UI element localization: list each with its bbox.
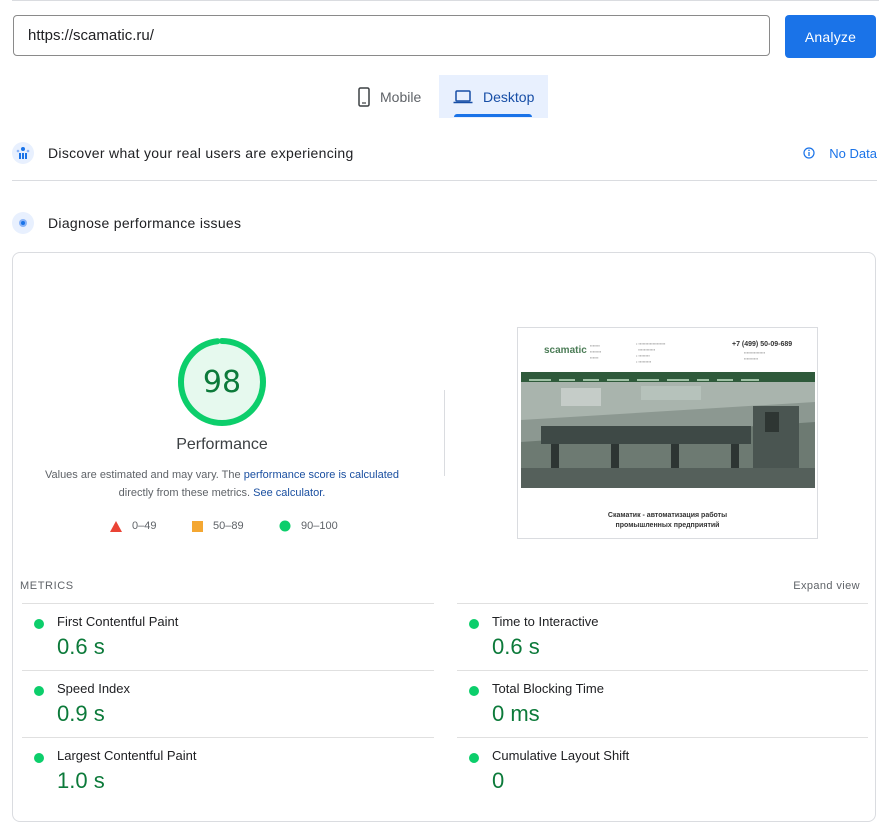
metric-name: Cumulative Layout Shift [492,748,630,763]
metric-value: 0.6 s [492,634,540,659]
users-icon [12,142,34,164]
screenshot-tagline: Скаматик - автоматизация работы промышлен… [607,512,728,529]
flask-icon [12,212,34,234]
metric-row: Total Blocking Time 0 ms [457,670,868,736]
expand-view-toggle[interactable]: Expand view [793,580,860,592]
info-icon [803,147,815,159]
metric-value: 0 [492,768,505,793]
screenshot-logo: scamatic [544,345,587,356]
metric-value: 1.0 s [57,768,105,793]
metrics-heading: METRICS [20,580,74,592]
tab-desktop-label: Desktop [483,88,535,105]
square-icon [192,520,203,532]
pass-dot-icon [34,619,44,629]
metric-name: Largest Contentful Paint [57,748,197,763]
tab-active-indicator [454,114,532,117]
field-data-title: Discover what your real users are experi… [48,145,354,161]
tab-desktop[interactable]: Desktop [439,75,548,118]
perf-desc-middle: directly from these metrics. [118,487,254,499]
see-calculator-link[interactable]: See calculator. [253,487,325,499]
lab-data-title: Diagnose performance issues [48,215,242,231]
metric-name: Speed Index [57,681,131,696]
metric-name: First Contentful Paint [57,614,179,629]
legend-fail-range: 0–49 [132,520,157,532]
analyze-button[interactable]: Analyze [785,15,876,58]
legend-average-range: 50–89 [213,520,244,532]
pass-dot-icon [469,753,479,763]
tab-mobile-label: Mobile [380,88,422,105]
pass-dot-icon [34,753,44,763]
phone-icon [358,86,370,107]
lab-data-section: Diagnose performance issues [12,206,877,240]
legend-pass: 90–100 [279,519,338,533]
perf-desc-prefix: Values are estimated and may vary. The [44,469,244,481]
performance-title: Performance [176,436,268,453]
no-data-status: No Data [803,136,877,170]
page-screenshot: scamatic ▪▪▪▪▪▪▪ ▪▪▪▪▪▪▪▪ ▪▪▪▪▪▪ • ▪▪▪▪▪▪▪… [517,327,818,539]
triangle-icon [110,520,122,532]
vertical-separator [444,390,445,476]
metric-row: Speed Index 0.9 s [22,670,434,736]
performance-score: 98 [202,364,242,400]
section-divider [12,180,877,181]
performance-description: Values are estimated and may vary. The p… [30,466,414,502]
screenshot-phone: +7 (499) 50-09-689 [732,341,793,348]
pass-dot-icon [469,686,479,696]
metric-value: 0.6 s [57,634,105,659]
url-input[interactable] [13,15,770,56]
metric-row: First Contentful Paint 0.6 s [22,603,434,669]
metric-value: 0.9 s [57,701,105,726]
score-calculated-link[interactable]: performance score is calculated [244,469,399,481]
metric-value: 0 ms [492,701,540,726]
metric-row: Cumulative Layout Shift 0 [457,737,868,803]
laptop-icon [453,89,473,104]
legend-fail: 0–49 [110,519,156,533]
screenshot-hero-image [521,382,815,488]
metric-name: Time to Interactive [492,614,599,629]
legend-pass-range: 90–100 [301,520,338,532]
metric-row: Largest Contentful Paint 1.0 s [22,737,434,803]
metric-row: Time to Interactive 0.6 s [457,603,868,669]
legend-average: 50–89 [192,519,244,533]
field-data-section: Discover what your real users are experi… [12,136,877,170]
pass-dot-icon [34,686,44,696]
no-data-label: No Data [829,145,877,161]
circle-icon [279,520,291,532]
tab-mobile[interactable]: Mobile [348,75,438,118]
screenshot-nav [521,372,815,382]
metric-name: Total Blocking Time [492,681,604,696]
pass-dot-icon [469,619,479,629]
top-divider [12,0,879,1]
